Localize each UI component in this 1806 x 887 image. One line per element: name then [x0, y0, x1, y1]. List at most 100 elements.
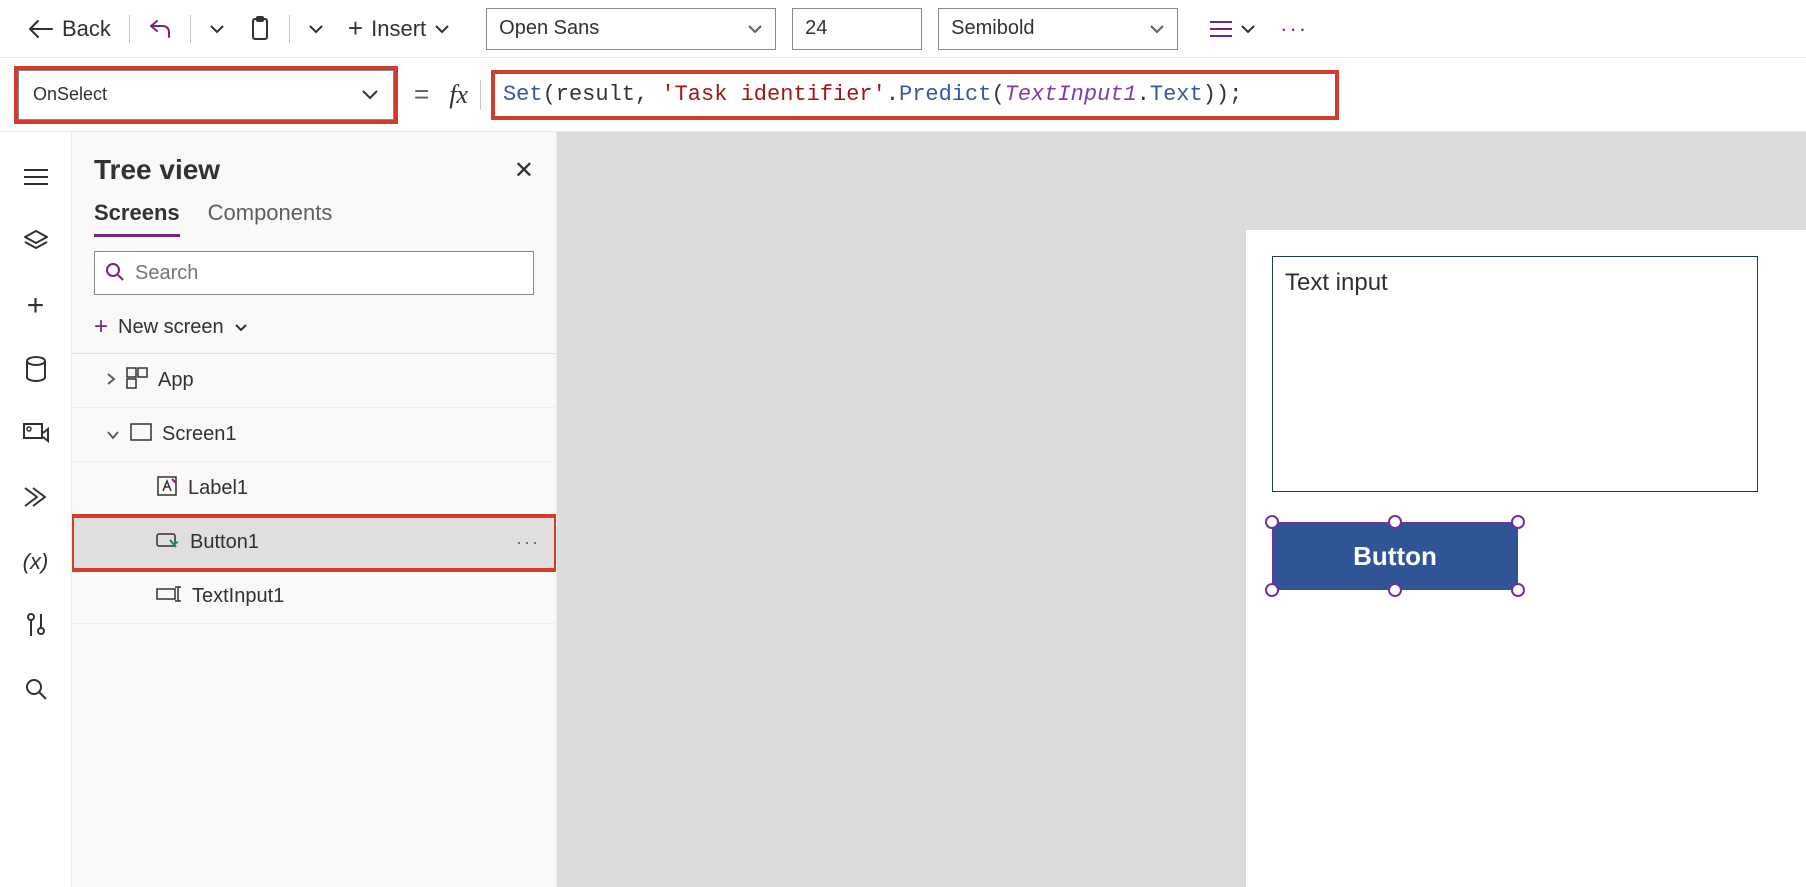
rail-tree-view[interactable]	[18, 224, 54, 260]
tree-view-panel: Tree view ✕ Screens Components + New scr…	[72, 132, 557, 887]
tree-list: App Screen1 Label1 Button1 ···	[72, 354, 556, 887]
app-icon	[126, 367, 148, 395]
chevron-down-icon	[1240, 24, 1256, 34]
main-area: + (x) Tree view	[0, 132, 1806, 887]
variable-icon: (x)	[23, 549, 49, 575]
chevron-down-icon	[209, 24, 225, 34]
new-screen-label: New screen	[118, 316, 224, 339]
overflow-button[interactable]: ···	[1270, 8, 1318, 50]
rail-media[interactable]	[18, 416, 54, 452]
tab-components[interactable]: Components	[208, 200, 333, 237]
property-dropdown[interactable]: OnSelect	[18, 70, 394, 120]
separator	[190, 15, 191, 43]
tree-item-textinput1[interactable]: TextInput1	[72, 570, 556, 624]
equals-label: =	[404, 79, 439, 110]
chevron-right-icon	[106, 369, 116, 392]
chevron-down-icon	[234, 323, 248, 332]
paste-button[interactable]	[239, 8, 281, 50]
back-button[interactable]: Back	[18, 8, 121, 50]
button-icon	[156, 531, 180, 555]
tree-item-label: TextInput1	[192, 585, 284, 608]
canvas-button[interactable]: Button	[1272, 522, 1518, 590]
hamburger-icon	[24, 168, 48, 189]
paste-dropdown[interactable]	[298, 8, 334, 50]
resize-handle[interactable]	[1511, 583, 1525, 597]
plus-icon: +	[27, 289, 45, 323]
left-rail: + (x)	[0, 132, 72, 887]
rail-data[interactable]	[18, 352, 54, 388]
toolbar: Back + Insert Open Sans	[0, 0, 1806, 58]
tree-item-more[interactable]: ···	[516, 532, 540, 553]
separator	[289, 15, 290, 43]
screen-icon	[130, 423, 152, 447]
canvas-button-selection[interactable]: Button	[1272, 522, 1518, 590]
resize-handle[interactable]	[1265, 515, 1279, 529]
resize-handle[interactable]	[1265, 583, 1279, 597]
chevron-down-icon	[106, 423, 120, 446]
flow-icon	[23, 486, 49, 511]
layers-icon	[23, 228, 49, 257]
rail-hamburger[interactable]	[18, 160, 54, 196]
tab-screens[interactable]: Screens	[94, 200, 180, 237]
rail-search[interactable]	[18, 672, 54, 708]
chevron-down-icon	[361, 89, 379, 101]
formula-token: (result,	[543, 82, 662, 107]
resize-handle[interactable]	[1388, 583, 1402, 597]
tree-item-screen1[interactable]: Screen1	[72, 408, 556, 462]
hamburger-icon	[1210, 20, 1232, 38]
formula-token: ));	[1203, 82, 1243, 107]
canvas-textinput[interactable]: Text input	[1272, 256, 1758, 492]
ellipsis-icon: ···	[1280, 16, 1308, 42]
clipboard-icon	[249, 16, 271, 42]
undo-icon	[148, 18, 172, 40]
rail-insert[interactable]: +	[18, 288, 54, 324]
tree-item-label1[interactable]: Label1	[72, 462, 556, 516]
canvas[interactable]: Text input Button	[557, 132, 1806, 887]
tree-item-button1[interactable]: Button1 ···	[72, 516, 556, 570]
rail-power-automate[interactable]	[18, 480, 54, 516]
close-icon: ✕	[514, 157, 534, 184]
undo-button[interactable]	[138, 8, 182, 50]
tree-item-app[interactable]: App	[72, 354, 556, 408]
tree-item-label: Screen1	[162, 423, 237, 446]
tree-search[interactable]	[94, 251, 534, 295]
tree-item-label: Button1	[190, 531, 259, 554]
formula-token: Text	[1150, 82, 1203, 107]
tree-title: Tree view	[94, 154, 514, 186]
plus-icon: +	[348, 13, 363, 44]
search-icon	[24, 677, 48, 704]
search-icon	[105, 262, 125, 285]
formula-token: 'Task identifier'	[661, 82, 885, 107]
back-label: Back	[62, 16, 111, 42]
formula-input[interactable]: Set(result, 'Task identifier'.Predict(Te…	[495, 74, 1335, 116]
close-tree-button[interactable]: ✕	[514, 156, 534, 185]
chevron-down-icon	[747, 24, 763, 34]
fontweight-value: Semibold	[951, 17, 1034, 40]
resize-handle[interactable]	[1511, 515, 1525, 529]
resize-handle[interactable]	[1388, 515, 1402, 529]
font-value: Open Sans	[499, 17, 599, 40]
tree-item-label: Label1	[188, 477, 248, 500]
property-value: OnSelect	[33, 84, 107, 105]
rail-variables[interactable]: (x)	[18, 544, 54, 580]
new-screen-button[interactable]: + New screen	[72, 303, 556, 354]
arrow-left-icon	[28, 19, 54, 39]
rail-tools[interactable]	[18, 608, 54, 644]
formula-token: Predict	[899, 82, 991, 107]
artboard[interactable]: Text input Button	[1246, 230, 1806, 887]
fontweight-dropdown[interactable]: Semibold	[938, 8, 1178, 50]
insert-button[interactable]: + Insert	[338, 8, 460, 50]
formula-bar: OnSelect = fx Set(result, 'Task identifi…	[0, 58, 1806, 132]
more-formatting-button[interactable]	[1200, 8, 1266, 50]
tree-item-label: App	[158, 369, 194, 392]
separator	[129, 15, 130, 43]
undo-dropdown[interactable]	[199, 8, 235, 50]
formula-token: .	[1137, 82, 1150, 107]
fx-label: fx	[449, 80, 481, 110]
tree-search-input[interactable]	[135, 262, 523, 285]
chevron-down-icon	[1149, 24, 1165, 34]
font-dropdown[interactable]: Open Sans	[486, 8, 776, 50]
fontsize-dropdown[interactable]: 24	[792, 8, 922, 50]
textinput-icon	[156, 585, 182, 608]
label-icon	[156, 475, 178, 503]
